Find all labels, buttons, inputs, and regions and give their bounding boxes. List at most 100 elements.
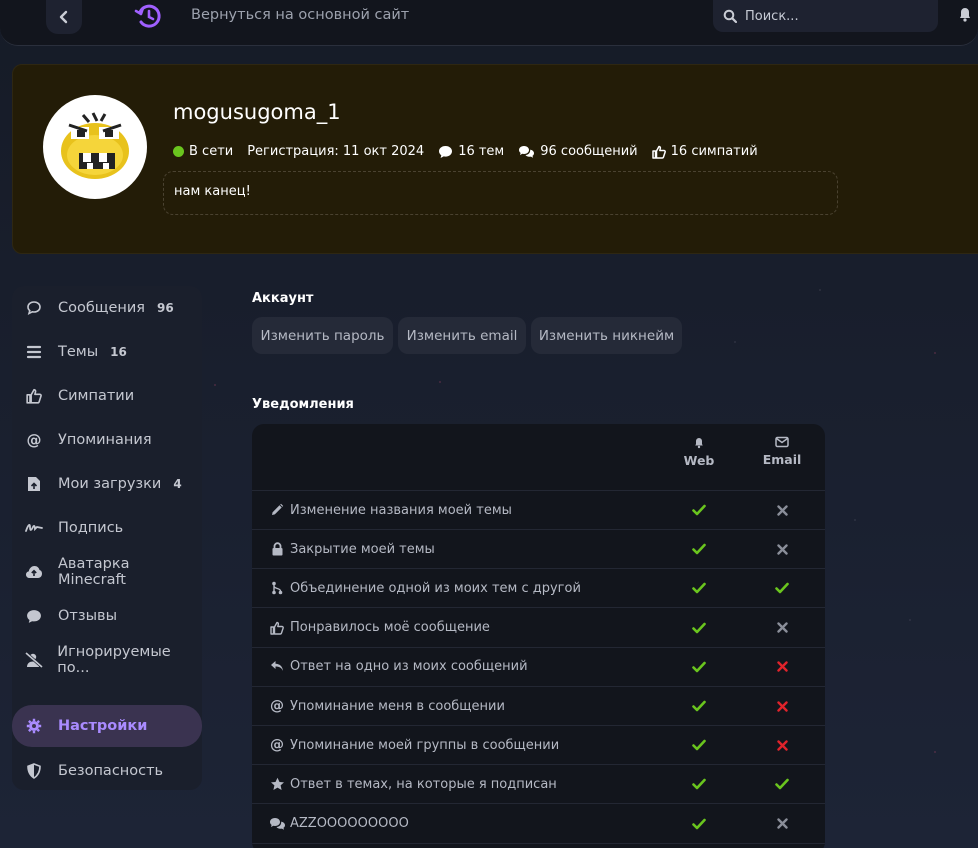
- search-input[interactable]: [745, 8, 925, 24]
- web-toggle-check-icon[interactable]: [689, 539, 709, 559]
- web-toggle-check-icon[interactable]: [689, 500, 709, 520]
- col-email-label: Email: [762, 452, 802, 467]
- search-box[interactable]: [713, 0, 938, 32]
- change-nickname-button[interactable]: Изменить никнейм: [531, 317, 682, 354]
- sidebar-item-messages[interactable]: Сообщения 96: [12, 288, 202, 328]
- sidebar-item-count: 4: [173, 477, 182, 491]
- at-icon: @: [270, 737, 284, 754]
- avatar[interactable]: [43, 95, 147, 199]
- notification-row: Понравилось моё сообщение: [252, 609, 825, 648]
- sidebar-item-label: Настройки: [58, 718, 148, 734]
- notification-row: Ответ на одно из моих сообщений: [252, 648, 825, 687]
- comment-icon: [439, 145, 453, 158]
- thumbs-up-icon: [24, 386, 44, 406]
- sidebar-item-downloads[interactable]: Мои загрузки 4: [12, 464, 202, 504]
- notification-row: Ответ в темах, на которые я подписан: [252, 765, 825, 805]
- topics-count[interactable]: 16 тем: [438, 144, 504, 159]
- messages-count[interactable]: 96 сообщений: [518, 144, 638, 159]
- email-toggle-check-icon[interactable]: [772, 774, 792, 794]
- pencil-icon: [268, 501, 286, 519]
- sidebar-item-security[interactable]: Безопасность: [12, 751, 202, 791]
- sidebar-item-label: Сообщения: [58, 300, 146, 316]
- user-slash-icon: [24, 650, 43, 670]
- email-toggle-cross-red-icon[interactable]: [772, 696, 792, 716]
- messages-label: 96 сообщений: [540, 144, 638, 159]
- notification-row: @ Упоминание меня в сообщении: [252, 687, 825, 726]
- sidebar-item-label: Безопасность: [58, 763, 164, 779]
- email-toggle-cross-icon[interactable]: [772, 539, 792, 559]
- comment-icon: [24, 606, 44, 626]
- back-button[interactable]: [46, 0, 82, 34]
- top-bar: Вернуться на основной сайт: [0, 0, 978, 46]
- topics-label: 16 тем: [458, 144, 505, 159]
- thumbs-up-icon: [651, 145, 666, 159]
- gear-icon: [24, 716, 44, 736]
- notification-row-label: Объединение одной из моих тем с другой: [290, 580, 581, 596]
- col-email: Email: [752, 436, 812, 467]
- profile-header: mogusugoma_1 В сети Регистрация: 11 окт …: [12, 64, 978, 254]
- signature-icon: [24, 518, 44, 538]
- online-dot-icon: [173, 146, 184, 157]
- chevron-left-icon: [59, 10, 68, 24]
- comments-icon: [268, 815, 286, 833]
- sidebar-item-label: Симпатии: [58, 388, 135, 404]
- bell-icon: [695, 438, 703, 449]
- list-icon: [24, 342, 44, 362]
- sidebar-item-ignored[interactable]: Игнорируемые по...: [12, 640, 202, 680]
- change-password-button[interactable]: Изменить пароль: [252, 317, 393, 354]
- web-toggle-check-icon[interactable]: [689, 618, 709, 638]
- comments-icon: [519, 145, 535, 158]
- web-toggle-check-icon[interactable]: [689, 735, 709, 755]
- sidebar-item-count: 96: [157, 301, 174, 315]
- email-toggle-cross-red-icon[interactable]: [772, 735, 792, 755]
- profile-status-message: нам канец!: [163, 171, 838, 215]
- web-toggle-check-icon[interactable]: [689, 774, 709, 794]
- web-toggle-check-icon[interactable]: [689, 696, 709, 716]
- reply-icon: [268, 658, 286, 676]
- sidebar-item-label: Игнорируемые по...: [57, 644, 171, 676]
- email-toggle-cross-icon[interactable]: [772, 500, 792, 520]
- notifications-section-title: Уведомления: [252, 397, 354, 412]
- email-toggle-cross-icon[interactable]: [772, 814, 792, 834]
- notification-row-label: Закрытие моей темы: [290, 541, 435, 557]
- cloud-upload-icon: [24, 562, 44, 582]
- notification-row-label: Понравилось моё сообщение: [290, 620, 490, 636]
- change-email-button[interactable]: Изменить email: [398, 317, 526, 354]
- notification-row-label: AZZOOOOOOOOO: [290, 816, 409, 832]
- star-icon: [268, 775, 286, 793]
- notifications-table-header: Web Email: [252, 424, 825, 491]
- email-toggle-cross-red-icon[interactable]: [772, 657, 792, 677]
- back-to-main-site-link[interactable]: Вернуться на основной сайт: [191, 7, 409, 23]
- web-toggle-check-icon[interactable]: [689, 814, 709, 834]
- bell-icon[interactable]: [957, 6, 973, 22]
- sidebar-item-mentions[interactable]: @ Упоминания: [12, 420, 202, 460]
- sidebar-item-label: Темы: [58, 344, 99, 360]
- chat-icon: [24, 298, 44, 318]
- sidebar-item-minecraft-avatar[interactable]: Аватарка Minecraft: [12, 552, 202, 592]
- likes-count[interactable]: 16 симпатий: [651, 144, 758, 159]
- email-toggle-check-icon[interactable]: [772, 578, 792, 598]
- registration-date: Регистрация: 11 окт 2024: [247, 144, 425, 159]
- online-label: В сети: [189, 144, 234, 159]
- notification-row-label: Изменение названия моей темы: [290, 502, 512, 518]
- merge-icon: [268, 579, 286, 597]
- sidebar-item-label: Аватарка Minecraft: [57, 556, 130, 588]
- notification-row: AZZOOOOOOOOO: [252, 805, 825, 844]
- sidebar-item-reviews[interactable]: Отзывы: [12, 596, 202, 636]
- username[interactable]: mogusugoma_1: [173, 100, 341, 124]
- sidebar-item-label: Подпись: [58, 520, 124, 536]
- sidebar-item-label: Упоминания: [58, 432, 152, 448]
- web-toggle-check-icon[interactable]: [689, 657, 709, 677]
- sidebar-item-likes[interactable]: Симпатии: [12, 376, 202, 416]
- notification-row: @ Упоминание моей группы в сообщении: [252, 726, 825, 766]
- notifications-table: Web Email Изменение названия моей темы За…: [252, 424, 825, 848]
- email-toggle-cross-icon[interactable]: [772, 618, 792, 638]
- sidebar-item-settings[interactable]: Настройки: [12, 705, 202, 747]
- history-icon[interactable]: [134, 2, 162, 30]
- sidebar-item-signature[interactable]: Подпись: [12, 508, 202, 548]
- search-icon: [723, 9, 737, 23]
- avatar-image: [61, 112, 129, 179]
- envelope-icon: [775, 436, 789, 448]
- sidebar-item-topics[interactable]: Темы 16: [12, 332, 202, 372]
- web-toggle-check-icon[interactable]: [689, 578, 709, 598]
